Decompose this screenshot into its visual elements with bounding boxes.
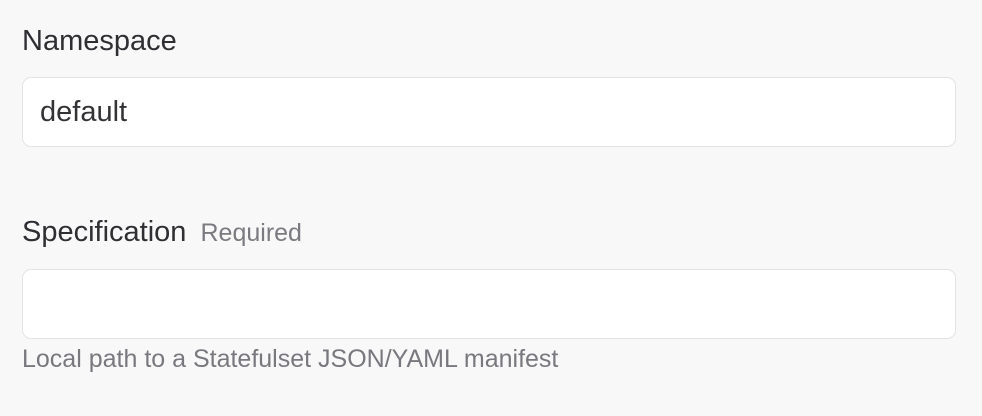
specification-help-text: Local path to a Statefulset JSON/YAML ma… (22, 345, 559, 373)
namespace-input[interactable] (22, 77, 956, 147)
specification-label: Specification (22, 216, 187, 248)
specification-label-row: Specification Required (22, 218, 302, 247)
required-hint: Required (200, 219, 302, 247)
namespace-label: Namespace (22, 25, 177, 57)
specification-input[interactable] (22, 269, 956, 339)
